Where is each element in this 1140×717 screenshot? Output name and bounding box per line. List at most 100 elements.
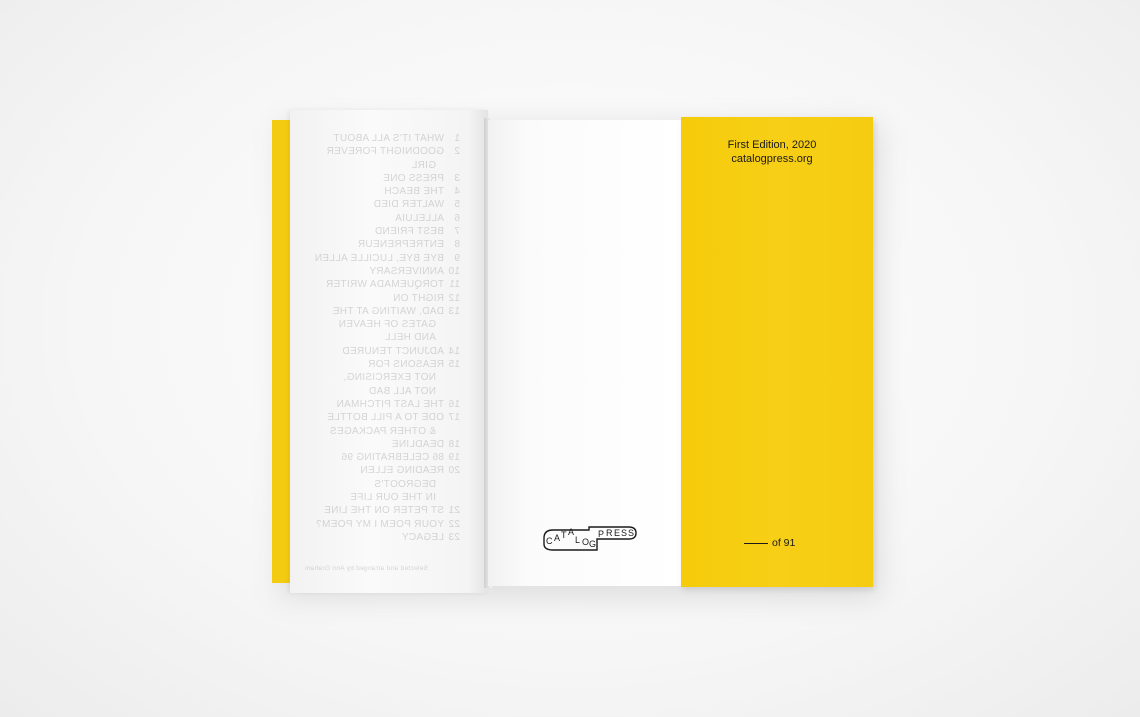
contents-row-title: RIGHT ON [392, 292, 444, 304]
logo-letter: E [614, 528, 620, 538]
contents-row-number: 23 [448, 531, 460, 543]
contents-row-title: WALTER DIED [373, 199, 444, 211]
contents-row: 5 WALTER DIED [300, 198, 460, 211]
contents-row-number: 1 [454, 133, 460, 144]
copy-count-text: of 91 [772, 537, 796, 549]
contents-row: 3 PRESS ONE [300, 172, 460, 185]
contents-row-number [444, 318, 460, 331]
catalog-press-logo-mark: C A T AL O GP R E S S [543, 526, 637, 551]
contents-row: 16 THE LAST PITCHMAN [300, 398, 460, 411]
contents-row-title: DEGROOT'S [374, 478, 436, 490]
contents-row-number: 2 [454, 146, 460, 158]
contents-row-number: 19 [448, 452, 460, 464]
logo-letter: G [589, 539, 596, 549]
contents-row-number: 10 [448, 265, 460, 277]
contents-row-title: ENTREPRENEUR [357, 239, 444, 251]
contents-row-title: GOODNIGHT FOREVER [326, 146, 444, 158]
contents-row-title: DAD, WAITING AT THE [332, 305, 444, 317]
contents-row-number [444, 331, 460, 344]
contents-row-title: 86 CELEBRATING 96 [341, 452, 444, 464]
contents-row: DEGROOT'S [300, 478, 460, 491]
contents-row-title: ALLELUIA [394, 212, 444, 224]
contents-row: GIRL [300, 159, 460, 172]
contents-row-number: 20 [448, 465, 460, 477]
logo-letter: A [554, 533, 560, 543]
contents-row: 1 WHAT IT'S ALL ABOUT [300, 132, 460, 145]
contents-row-title: TORQUEMADA WRITER [325, 279, 444, 291]
contents-row-number: 8 [454, 239, 460, 251]
contents-row-number: 21 [448, 505, 460, 517]
contents-row: 21 ST PETER ON THE LINE [300, 504, 460, 517]
contents-row: 6 ALLELUIA [300, 212, 460, 225]
contents-row-number [444, 385, 460, 398]
contents-row: 22 YOUR POEM I MY POEM? [300, 518, 460, 531]
publisher-website: catalogpress.org [731, 153, 813, 165]
logo-letter: S [628, 528, 634, 538]
contents-row-number: 22 [448, 518, 460, 530]
contents-row: 20 READING ELLEN [300, 464, 460, 477]
contents-row: 10 ANNIVERSARY [300, 265, 460, 278]
left-page-showthrough: 1 WHAT IT'S ALL ABOUT 2 GOODNIGHT FOREVER GI… [290, 110, 488, 593]
contents-row-number: 11 [449, 279, 460, 291]
logo-letter: T [561, 530, 567, 540]
logo-letter: S [621, 528, 627, 538]
contents-row: 9 BYE BYE, LUCILLE ALLEN [300, 252, 460, 265]
copy-number-blank-line [744, 543, 768, 544]
contents-row-title: AND HELL [384, 332, 436, 344]
contents-row: NOT EXERCISING, [300, 371, 460, 384]
contents-row: IN THE OUR LIFE [300, 491, 460, 504]
catalog-press-logo: CATALOGPRESS [537, 524, 637, 554]
contents-row-number [444, 159, 460, 172]
logo-letter: O [582, 537, 589, 547]
contents-row: 13 DAD, WAITING AT THE [300, 305, 460, 318]
contents-row-title: IN THE OUR LIFE [350, 492, 436, 504]
logo-letter: R [606, 528, 613, 538]
contents-row-title: GIRL [411, 159, 436, 171]
logo-letter: A [568, 527, 574, 537]
contents-row-number: 5 [454, 199, 460, 211]
contents-row-title: BEST FRIEND [374, 226, 444, 238]
contents-row-title: THE BEACH [384, 186, 444, 198]
copy-number: of 91 [744, 537, 795, 549]
contents-row-number: 18 [448, 438, 460, 450]
contents-row-number: 17 [448, 412, 460, 424]
contents-row: 11 TORQUEMADA WRITER [300, 278, 460, 291]
contents-row: 19 86 CELEBRATING 96 [300, 451, 460, 464]
contents-row-number: 16 [448, 398, 460, 410]
contents-row: 12 RIGHT ON [300, 292, 460, 305]
contents-row: 23 LEGACY [300, 531, 460, 544]
contents-row-number: 6 [454, 212, 460, 224]
contents-row-title: PRESS ONE [382, 172, 444, 184]
contents-row: 8 ENTREPRENEUR [300, 238, 460, 251]
contents-row-title: & OTHER PACKAGES [329, 425, 436, 437]
edition-label: First Edition, 2020 [727, 139, 817, 151]
contents-row: NOT ALL BAD [300, 385, 460, 398]
contents-row-title: BYE BYE, LUCILLE ALLEN [314, 252, 444, 264]
contents-row-number: 7 [454, 226, 460, 238]
contents-row-title: GATES OF HEAVEN [338, 319, 436, 331]
contents-row-title: ADJUNCT TENURED [342, 345, 444, 357]
contents-row-number [444, 425, 460, 438]
contents-row-title: READING ELLEN [360, 465, 444, 477]
contents-row: & OTHER PACKAGES [300, 425, 460, 438]
contents-row-number: 13 [448, 305, 460, 317]
contents-row: 17 ODE TO A PILL BOTTLE [300, 411, 460, 424]
contents-credit: Selected and arranged by Ann Graham [304, 565, 428, 572]
contents-row: GATES OF HEAVEN [300, 318, 460, 331]
mirrored-contents-text: 1 WHAT IT'S ALL ABOUT 2 GOODNIGHT FOREVER GI… [290, 110, 488, 593]
contents-row-title: ANNIVERSARY [369, 265, 444, 277]
contents-row-title: WHAT IT'S ALL ABOUT [333, 133, 444, 144]
logo-letter: P [598, 529, 604, 539]
edition-block: First Edition, 2020 catalogpress.org [718, 138, 826, 166]
contents-row-title: YOUR POEM I MY POEM? [315, 518, 444, 530]
contents-row: 7 BEST FRIEND [300, 225, 460, 238]
contents-row: 2 GOODNIGHT FOREVER [300, 145, 460, 158]
logo-letter: L [575, 535, 580, 545]
contents-row-title: DEADLINE [391, 438, 444, 450]
yellow-cover-page [681, 117, 873, 587]
contents-list: 1 WHAT IT'S ALL ABOUT 2 GOODNIGHT FOREVER GI… [300, 132, 460, 544]
contents-row: 14 ADJUNCT TENURED [300, 345, 460, 358]
contents-row-number: 12 [448, 292, 460, 304]
colophon-white-page [488, 120, 684, 586]
contents-row-number [444, 491, 460, 504]
